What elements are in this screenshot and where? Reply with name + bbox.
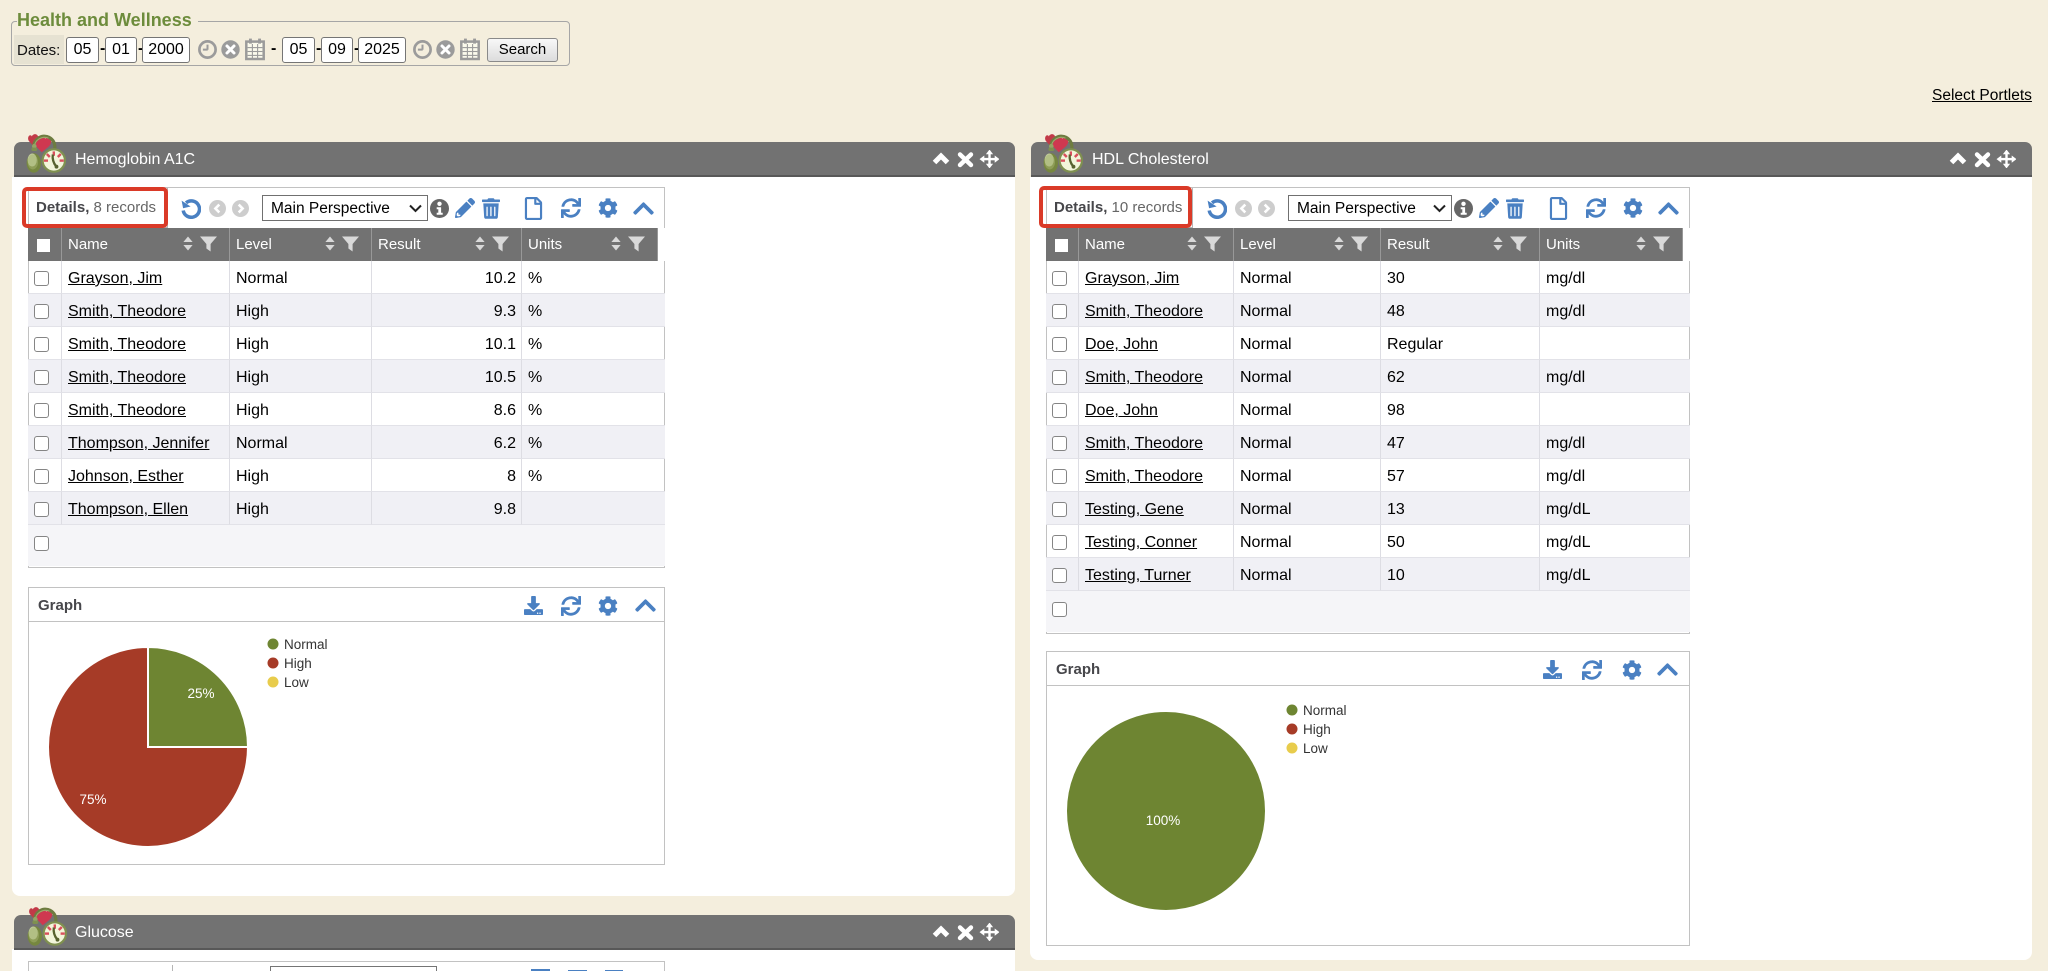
svg-text:100%: 100% bbox=[1146, 813, 1181, 828]
svg-text:25%: 25% bbox=[187, 686, 214, 701]
svg-text:Normal: Normal bbox=[1303, 703, 1347, 718]
svg-text:High: High bbox=[284, 656, 312, 671]
svg-text:Normal: Normal bbox=[284, 637, 328, 652]
svg-text:High: High bbox=[1303, 722, 1331, 737]
svg-text:Low: Low bbox=[284, 675, 309, 690]
svg-text:Low: Low bbox=[1303, 741, 1328, 756]
svg-text:75%: 75% bbox=[79, 792, 106, 807]
